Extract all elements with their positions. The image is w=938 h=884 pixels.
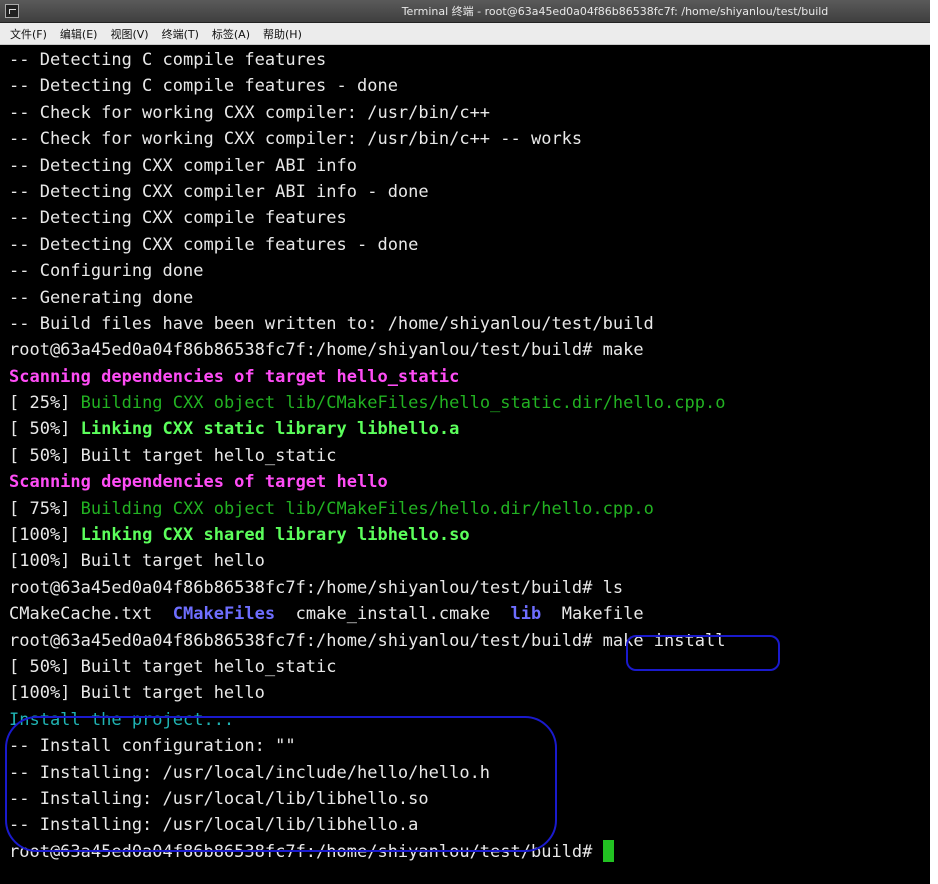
terminal-text: -- Install configuration: "" (9, 736, 296, 757)
menu-tabs[interactable]: 标签(A) (212, 26, 250, 42)
menu-terminal[interactable]: 终端(T) (162, 26, 199, 42)
terminal-text: [ 50%] Built target hello_static (9, 656, 337, 677)
title-bar[interactable]: Terminal 终端 - root@63a45ed0a04f86b86538f… (0, 0, 930, 23)
terminal-line: [ 25%] Building CXX object lib/CMakeFile… (9, 390, 930, 416)
terminal-text: -- Configuring done (9, 261, 204, 282)
prompt-line[interactable]: root@63a45ed0a04f86b86538fc7f:/home/shiy… (9, 839, 930, 865)
terminal-line: -- Check for working CXX compiler: /usr/… (9, 126, 930, 152)
terminal-text: [ 50%] (9, 419, 81, 440)
terminal-text: -- Detecting CXX compiler ABI info (9, 155, 357, 176)
terminal-text: -- Detecting CXX compiler ABI info - don… (9, 181, 429, 202)
terminal-line: [ 50%] Built target hello_static (9, 443, 930, 469)
terminal-line: root@63a45ed0a04f86b86538fc7f:/home/shiy… (9, 628, 930, 654)
terminal-text: -- Installing: /usr/local/include/hello/… (9, 762, 491, 783)
terminal-line: -- Detecting C compile features - done (9, 73, 930, 99)
terminal-text: root@63a45ed0a04f86b86538fc7f:/home/shiy… (9, 577, 624, 598)
terminal-text: Makefile (541, 604, 644, 625)
terminal-line: [100%] Built target hello (9, 680, 930, 706)
terminal-text: Building CXX object lib/CMakeFiles/hello… (80, 498, 654, 519)
text-cursor (602, 839, 614, 862)
terminal-output[interactable]: -- Detecting C compile features -- Detect… (0, 45, 930, 865)
terminal-text: [ 75%] (9, 498, 81, 519)
terminal-text: [100%] Built target hello (9, 551, 265, 572)
terminal-line: [100%] Built target hello (9, 548, 930, 574)
terminal-line: -- Detecting CXX compiler ABI info (9, 153, 930, 179)
terminal-text: [ 25%] (9, 393, 81, 414)
terminal-text: Scanning dependencies of target hello_st… (9, 366, 460, 387)
terminal-line: -- Installing: /usr/local/lib/libhello.s… (9, 786, 930, 812)
terminal-line: [ 75%] Building CXX object lib/CMakeFile… (9, 496, 930, 522)
terminal-text: [100%] (9, 525, 81, 546)
terminal-text: [ 50%] Built target hello_static (9, 445, 337, 466)
terminal-line: [100%] Linking CXX shared library libhel… (9, 522, 930, 548)
shell-prompt: root@63a45ed0a04f86b86538fc7f:/home/shiy… (9, 841, 603, 862)
terminal-text: -- Detecting CXX compile features - done (9, 234, 419, 255)
menu-file[interactable]: 文件(F) (10, 26, 47, 42)
terminal-text: Linking CXX static library libhello.a (80, 419, 460, 440)
terminal-text: -- Detecting C compile features - done (9, 76, 398, 97)
menu-bar: 文件(F) 编辑(E) 视图(V) 终端(T) 标签(A) 帮助(H) (0, 23, 930, 45)
terminal-text: cmake_install.cmake (275, 604, 511, 625)
window-title: Terminal 终端 - root@63a45ed0a04f86b86538f… (401, 5, 829, 18)
terminal-line: -- Installing: /usr/local/include/hello/… (9, 760, 930, 786)
menu-view[interactable]: 视图(V) (110, 26, 148, 42)
terminal-line: -- Configuring done (9, 258, 930, 284)
terminal-text: CMakeFiles (172, 604, 276, 625)
terminal-line: [ 50%] Built target hello_static (9, 654, 930, 680)
terminal-line: -- Generating done (9, 285, 930, 311)
terminal-line: -- Build files have been written to: /ho… (9, 311, 930, 337)
terminal-line: -- Detecting CXX compile features - done (9, 232, 930, 258)
menu-edit[interactable]: 编辑(E) (60, 26, 98, 42)
menu-help[interactable]: 帮助(H) (263, 26, 302, 42)
terminal-text: Scanning dependencies of target hello (9, 472, 388, 493)
terminal-text: CMakeCache.txt (9, 604, 173, 625)
terminal-line: -- Installing: /usr/local/lib/libhello.a (9, 812, 930, 838)
terminal-text: lib (510, 604, 542, 625)
terminal-line: [ 50%] Linking CXX static library libhel… (9, 416, 930, 442)
terminal-line: CMakeCache.txt CMakeFiles cmake_install.… (9, 601, 930, 627)
terminal-text: -- Installing: /usr/local/lib/libhello.a (9, 815, 419, 836)
terminal-text: -- Installing: /usr/local/lib/libhello.s… (9, 788, 429, 809)
terminal-text: Install the project... (9, 709, 235, 730)
terminal-text: -- Generating done (9, 287, 194, 308)
terminal-text: root@63a45ed0a04f86b86538fc7f:/home/shiy… (9, 630, 726, 651)
terminal-text: -- Check for working CXX compiler: /usr/… (9, 129, 583, 150)
terminal-line: -- Detecting CXX compiler ABI info - don… (9, 179, 930, 205)
terminal-text: -- Build files have been written to: /ho… (9, 313, 654, 334)
terminal-text: -- Check for working CXX compiler: /usr/… (9, 102, 491, 123)
terminal-line: Scanning dependencies of target hello (9, 469, 930, 495)
terminal-line: Install the project... (9, 707, 930, 733)
terminal-line: -- Detecting CXX compile features (9, 205, 930, 231)
terminal-line: -- Detecting C compile features (9, 47, 930, 73)
terminal-line: root@63a45ed0a04f86b86538fc7f:/home/shiy… (9, 337, 930, 363)
terminal-window: Terminal 终端 - root@63a45ed0a04f86b86538f… (0, 0, 930, 884)
terminal-line: Scanning dependencies of target hello_st… (9, 364, 930, 390)
terminal-text: -- Detecting CXX compile features (9, 208, 347, 229)
terminal-line: root@63a45ed0a04f86b86538fc7f:/home/shiy… (9, 575, 930, 601)
terminal-text: Building CXX object lib/CMakeFiles/hello… (80, 393, 726, 414)
terminal-text: root@63a45ed0a04f86b86538fc7f:/home/shiy… (9, 340, 644, 361)
terminal-line: -- Install configuration: "" (9, 733, 930, 759)
terminal-text: [100%] Built target hello (9, 683, 265, 704)
terminal-text: -- Detecting C compile features (9, 50, 327, 70)
terminal-text: Linking CXX shared library libhello.so (80, 525, 470, 546)
terminal-line: -- Check for working CXX compiler: /usr/… (9, 100, 930, 126)
